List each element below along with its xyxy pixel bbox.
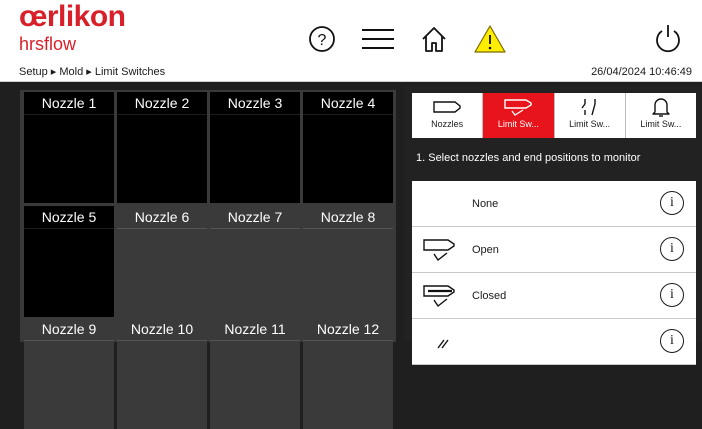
nozzle-closed-icon — [423, 285, 455, 308]
tab-limit-switch-alarm[interactable]: Limit Sw... — [626, 93, 696, 138]
option-label: None — [472, 198, 499, 210]
info-icon[interactable]: i — [660, 191, 684, 215]
nozzle-cell[interactable]: Nozzle 3 — [210, 92, 300, 203]
nozzle-cell[interactable]: Nozzle 1 — [24, 92, 114, 203]
nozzle-label: Nozzle 8 — [320, 209, 376, 225]
nozzle-label: Nozzle 2 — [134, 95, 190, 111]
nozzle-cell[interactable]: Nozzle 8 — [303, 206, 393, 317]
instruction-text: 1. Select nozzles and end positions to m… — [416, 152, 641, 164]
nozzle-display — [24, 114, 114, 203]
nozzle-cell[interactable]: Nozzle 6 — [117, 206, 207, 317]
tab-nozzles[interactable]: Nozzles — [412, 93, 484, 138]
nozzle-label: Nozzle 7 — [227, 209, 283, 225]
option-label: Closed — [472, 290, 507, 302]
svg-text:?: ? — [318, 32, 327, 49]
nozzle-display — [210, 114, 300, 203]
nozzle-open-icon — [423, 239, 455, 262]
nozzle-label: Nozzle 12 — [316, 321, 380, 337]
tab-limit-switch-contact[interactable]: Limit Sw... — [555, 93, 626, 138]
nozzle-label: Nozzle 10 — [130, 321, 194, 337]
brand-subtitle: hrsflow — [19, 34, 77, 54]
nozzle-label: Nozzle 4 — [320, 95, 376, 111]
nozzle-label: Nozzle 11 — [224, 321, 286, 337]
breadcrumb: Setup ▸ Mold ▸ Limit Switches — [19, 66, 166, 78]
nozzle-cell[interactable]: Nozzle 9 — [24, 318, 114, 429]
nozzle-display — [303, 228, 393, 317]
nozzle-display — [210, 228, 300, 317]
nozzle-display — [117, 340, 207, 429]
nozzle-cell[interactable]: Nozzle 10 — [117, 318, 207, 429]
nozzle-cell[interactable]: Nozzle 12 — [303, 318, 393, 429]
nozzle-display — [303, 114, 393, 203]
nozzle-icon — [433, 101, 461, 113]
option-none[interactable]: None i — [412, 181, 696, 227]
bell-icon — [652, 98, 670, 117]
tab-bar: Nozzles Limit Sw... Limit Sw... Limit Sw… — [412, 93, 696, 138]
nozzle-both-icon — [437, 339, 449, 349]
limit-switch-panel: Nozzles Limit Sw... Limit Sw... Limit Sw… — [404, 86, 702, 365]
nozzle-display — [117, 228, 207, 317]
help-icon[interactable]: ? — [304, 22, 340, 56]
nozzle-label: Nozzle 6 — [134, 209, 190, 225]
nozzle-display — [24, 228, 114, 317]
nozzle-display — [303, 340, 393, 429]
nozzle-label: Nozzle 3 — [227, 95, 283, 111]
option-both[interactable]: i — [412, 319, 696, 365]
option-label: Open — [472, 244, 499, 256]
switch-icon — [581, 99, 596, 116]
nozzle-cell[interactable]: Nozzle 4 — [303, 92, 393, 203]
nozzle-cell[interactable]: Nozzle 7 — [210, 206, 300, 317]
nozzle-grid: Nozzle 1 Nozzle 2 Nozzle 3 Nozzle 4 Nozz… — [20, 90, 396, 429]
nozzle-display — [117, 114, 207, 203]
nozzle-check-icon — [504, 99, 533, 116]
nozzle-cell[interactable]: Nozzle 2 — [117, 92, 207, 203]
nozzle-display — [24, 340, 114, 429]
menu-icon[interactable] — [360, 22, 396, 56]
tab-label: Nozzles — [431, 119, 464, 129]
datetime-display: 26/04/2024 10:46:49 — [591, 66, 692, 78]
option-open[interactable]: Open i — [412, 227, 696, 273]
tab-label: Limit Sw... — [640, 119, 682, 129]
nozzle-label: Nozzle 9 — [41, 321, 97, 337]
nozzle-display — [210, 340, 300, 429]
option-closed[interactable]: Closed i — [412, 273, 696, 319]
tab-label: Limit Sw... — [497, 119, 539, 129]
power-icon[interactable] — [650, 22, 686, 56]
nozzle-cell[interactable]: Nozzle 5 — [24, 206, 114, 317]
info-icon[interactable]: i — [660, 329, 684, 353]
home-icon[interactable] — [416, 22, 452, 56]
end-position-list: None i Open i Closed i i — [412, 181, 696, 365]
tab-limit-switch-nozzle[interactable]: Limit Sw... — [483, 93, 555, 138]
tab-label: Limit Sw... — [569, 119, 611, 129]
info-icon[interactable]: i — [660, 237, 684, 261]
nozzle-cell[interactable]: Nozzle 11 — [210, 318, 300, 429]
warning-icon[interactable] — [472, 22, 508, 56]
brand-logo: œrlikon — [19, 0, 126, 33]
nozzle-label: Nozzle 1 — [41, 95, 97, 111]
header-bar: œrlikon hrsflow Setup ▸ Mold ▸ Limit Swi… — [0, 0, 702, 82]
info-icon[interactable]: i — [660, 283, 684, 307]
nozzle-label: Nozzle 5 — [41, 209, 97, 225]
